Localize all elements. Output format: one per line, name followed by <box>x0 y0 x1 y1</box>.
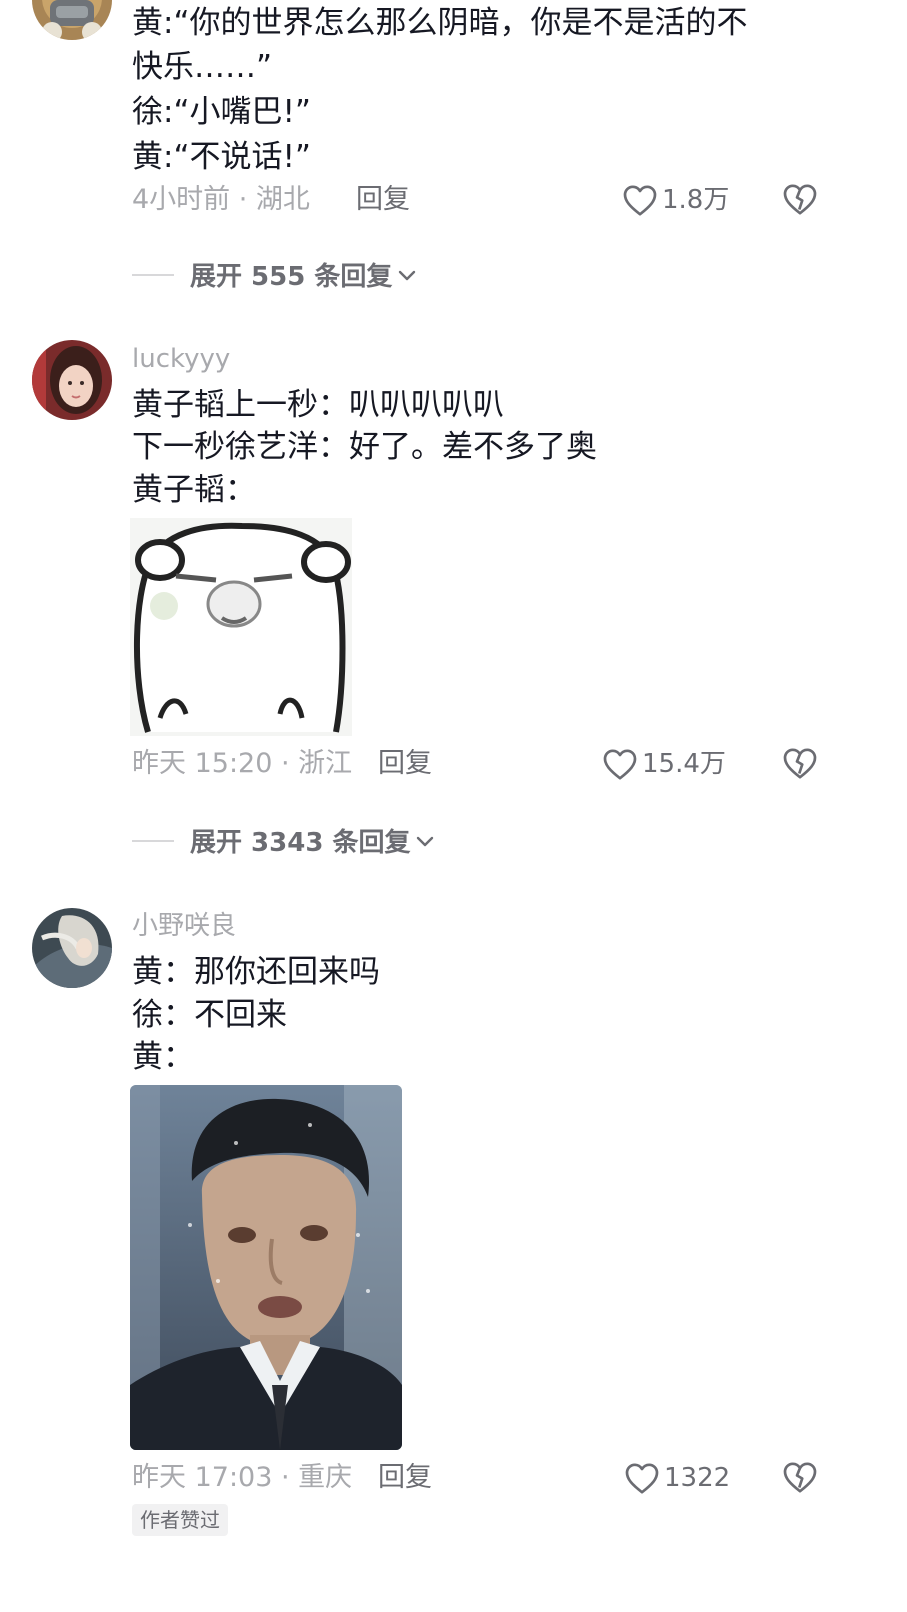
reply-button[interactable]: 回复 <box>378 1460 432 1496</box>
avatar[interactable] <box>32 0 112 40</box>
comment-line: 下一秒徐艺洋：好了。差不多了奥 <box>132 429 597 465</box>
comment-line: 黄:“不说话!” <box>132 139 311 175</box>
heart-outline-icon <box>623 185 657 216</box>
avatar[interactable] <box>32 340 112 420</box>
chevron-down-icon <box>399 270 416 280</box>
heart-outline-icon <box>603 749 637 780</box>
expand-replies-label: 展开 3343 条回复 <box>190 828 411 858</box>
meme-image[interactable] <box>130 1085 402 1450</box>
like-count: 1322 <box>664 1463 731 1493</box>
comment-line: 黄： <box>132 1039 194 1075</box>
comment-time-location: 昨天 17:03 · 重庆 <box>132 1462 353 1493</box>
dislike-button[interactable] <box>782 1460 818 1496</box>
broken-heart-icon <box>783 1462 817 1493</box>
chevron-down-icon <box>417 836 434 846</box>
reply-button[interactable]: 回复 <box>378 746 432 782</box>
comment-line: 黄：那你还回来吗 <box>132 954 380 990</box>
comment-line: 徐：不回来 <box>132 997 287 1033</box>
dislike-button[interactable] <box>782 182 818 218</box>
comment-time-location: 昨天 15:20 · 浙江 <box>132 748 353 779</box>
dislike-button[interactable] <box>782 746 818 782</box>
username[interactable]: 小野咲良 <box>132 910 236 942</box>
avatar[interactable] <box>32 908 112 988</box>
like-button[interactable]: 1.8万 <box>622 182 729 218</box>
like-count: 15.4万 <box>642 749 726 779</box>
expand-replies-button[interactable]: 展开 3343 条回复 <box>132 822 436 859</box>
like-button[interactable]: 15.4万 <box>602 746 726 782</box>
sticker-image[interactable] <box>130 518 352 736</box>
reply-button[interactable]: 回复 <box>356 182 410 218</box>
author-liked-badge: 作者赞过 <box>132 1504 228 1536</box>
expand-replies-button[interactable]: 展开 555 条回复 <box>132 256 418 293</box>
broken-heart-icon <box>783 748 817 779</box>
comment-line: 黄子韬： <box>132 472 256 508</box>
comment-line: 快乐……” <box>132 49 273 85</box>
username[interactable]: luckyyy <box>132 343 230 375</box>
like-count: 1.8万 <box>662 185 730 215</box>
divider <box>132 273 174 276</box>
comment-line: 黄:“你的世界怎么那么阴暗，你是不是活的不 <box>132 5 748 41</box>
expand-replies-label: 展开 555 条回复 <box>190 262 393 292</box>
comment-time-location: 4小时前 · 湖北 <box>132 184 310 215</box>
heart-outline-icon <box>625 1463 659 1494</box>
comment-line: 徐:“小嘴巴!” <box>132 94 311 130</box>
comment-line: 黄子韬上一秒：叭叭叭叭叭 <box>132 387 504 423</box>
divider <box>132 839 174 842</box>
like-button[interactable]: 1322 <box>624 1460 730 1496</box>
broken-heart-icon <box>783 184 817 215</box>
